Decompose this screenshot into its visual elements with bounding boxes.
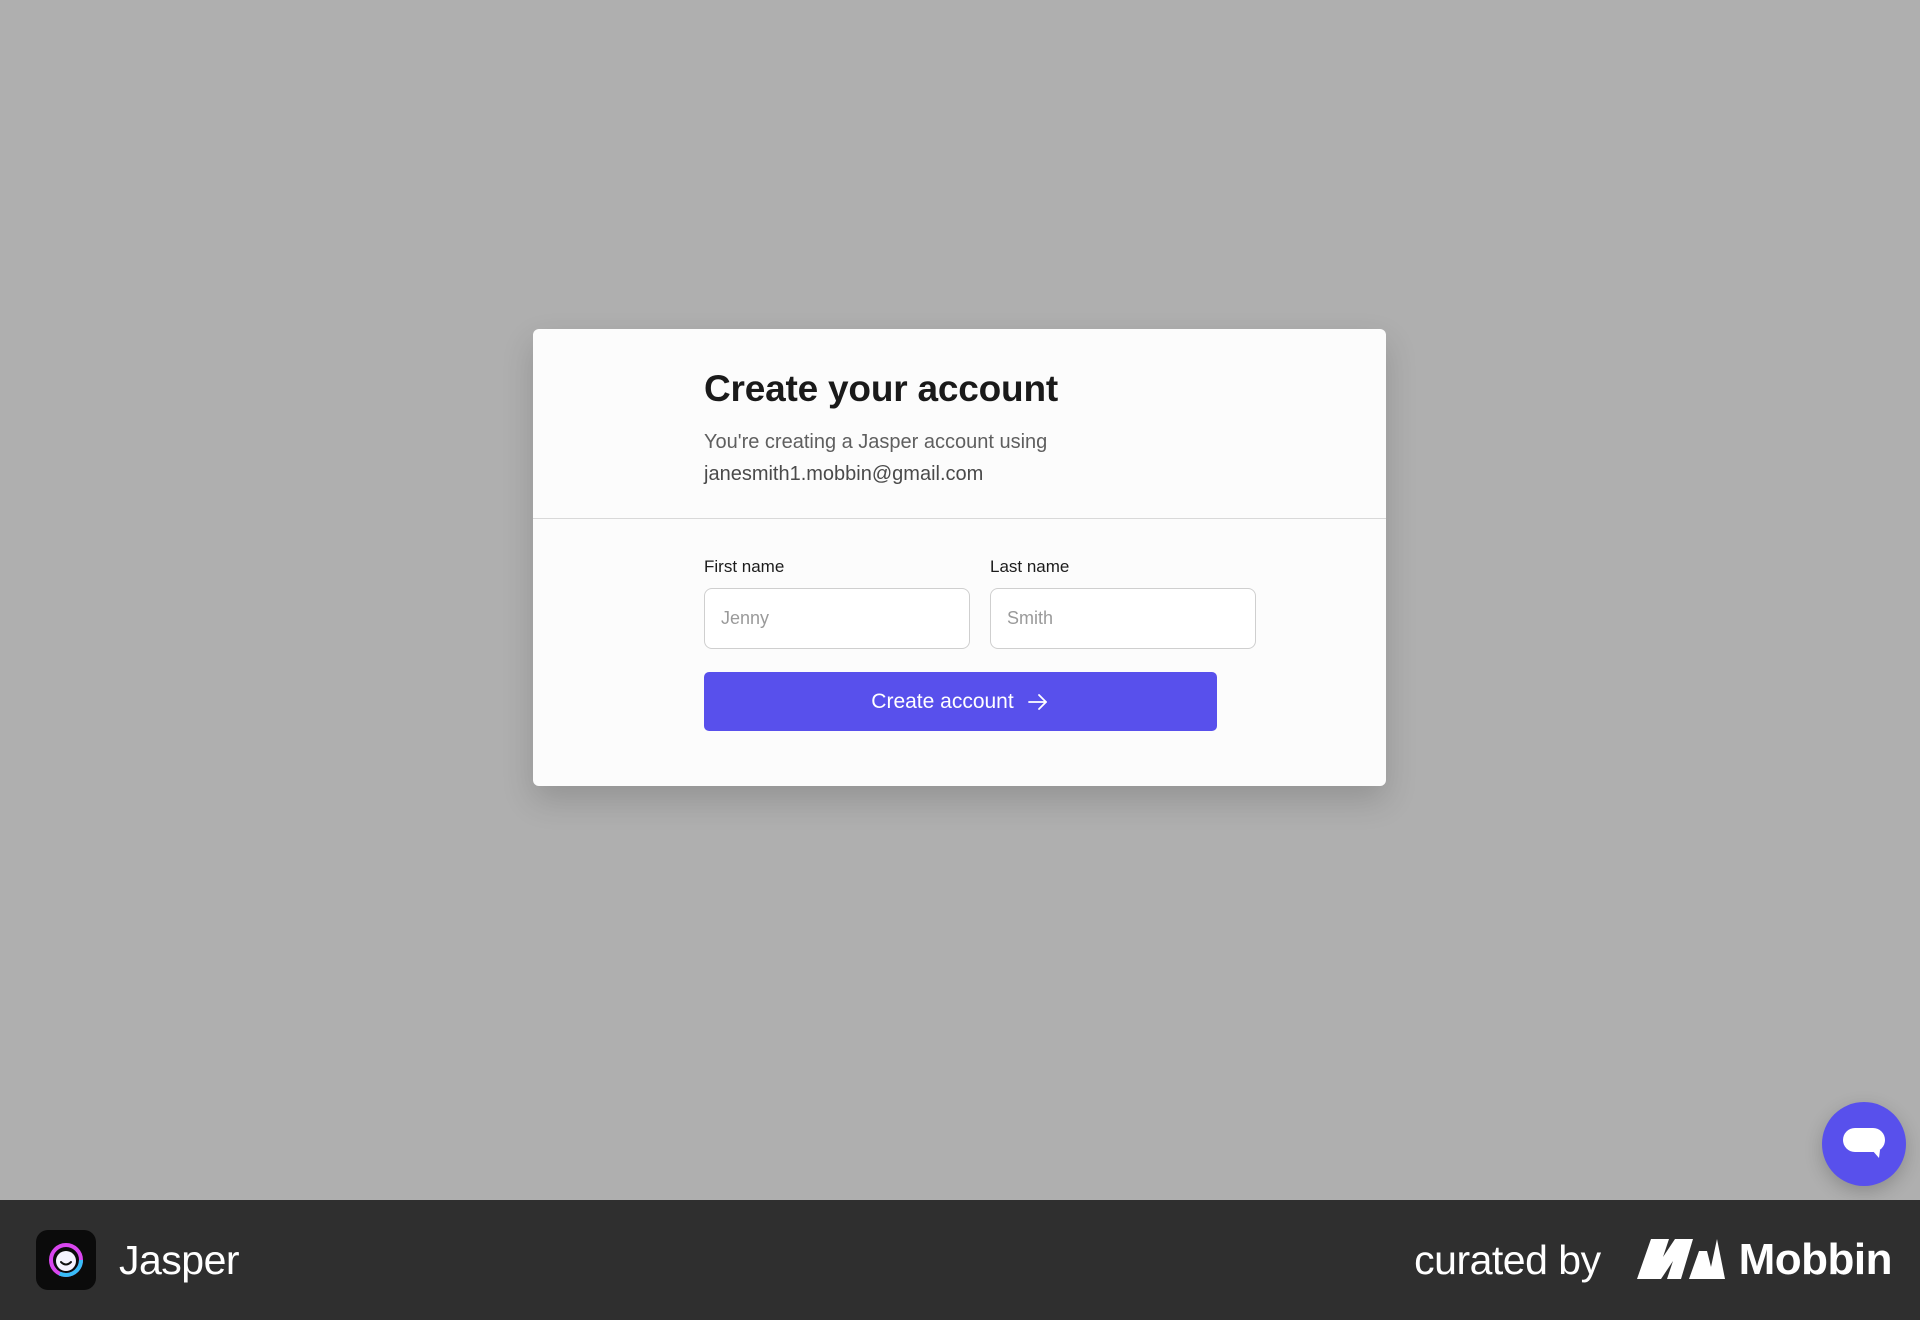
curator-credit: curated by Mobbin: [1414, 1235, 1892, 1285]
arrow-right-icon: [1026, 690, 1050, 714]
last-name-field: Last name: [990, 557, 1256, 649]
mobbin-name: Mobbin: [1738, 1235, 1893, 1284]
account-email: janesmith1.mobbin@gmail.com: [704, 463, 984, 486]
last-name-input[interactable]: [990, 588, 1256, 649]
first-name-label: First name: [704, 557, 785, 576]
subtitle-text: You're creating a Jasper account using: [704, 431, 1048, 454]
modal-header: Create your account You're creating a Ja…: [533, 329, 1386, 519]
page-title: Create your account: [704, 368, 1058, 409]
last-name-label: Last name: [990, 557, 1070, 576]
app-name: Jasper: [119, 1236, 240, 1283]
account-subtitle: You're creating a Jasper account using j…: [704, 426, 1386, 490]
create-account-modal: Create your account You're creating a Ja…: [533, 329, 1386, 786]
mobbin-brand: Mobbin: [1636, 1235, 1893, 1285]
chat-bubble-icon: [1842, 1124, 1886, 1165]
first-name-input[interactable]: [704, 588, 970, 649]
footer-bar: Jasper curated by Mobbin: [0, 1200, 1920, 1320]
chat-launcher-button[interactable]: [1822, 1102, 1906, 1186]
create-account-label: Create account: [871, 689, 1014, 713]
mobbin-logo-icon: [1636, 1237, 1725, 1284]
first-name-field: First name: [704, 557, 970, 649]
app-brand: Jasper: [36, 1230, 240, 1290]
curated-by-text: curated by: [1414, 1236, 1601, 1283]
name-fields-row: First name Last name: [704, 557, 1256, 649]
modal-body: First name Last name Create account: [533, 519, 1386, 731]
create-account-button[interactable]: Create account: [704, 672, 1217, 731]
jasper-logo-icon: [36, 1230, 96, 1290]
